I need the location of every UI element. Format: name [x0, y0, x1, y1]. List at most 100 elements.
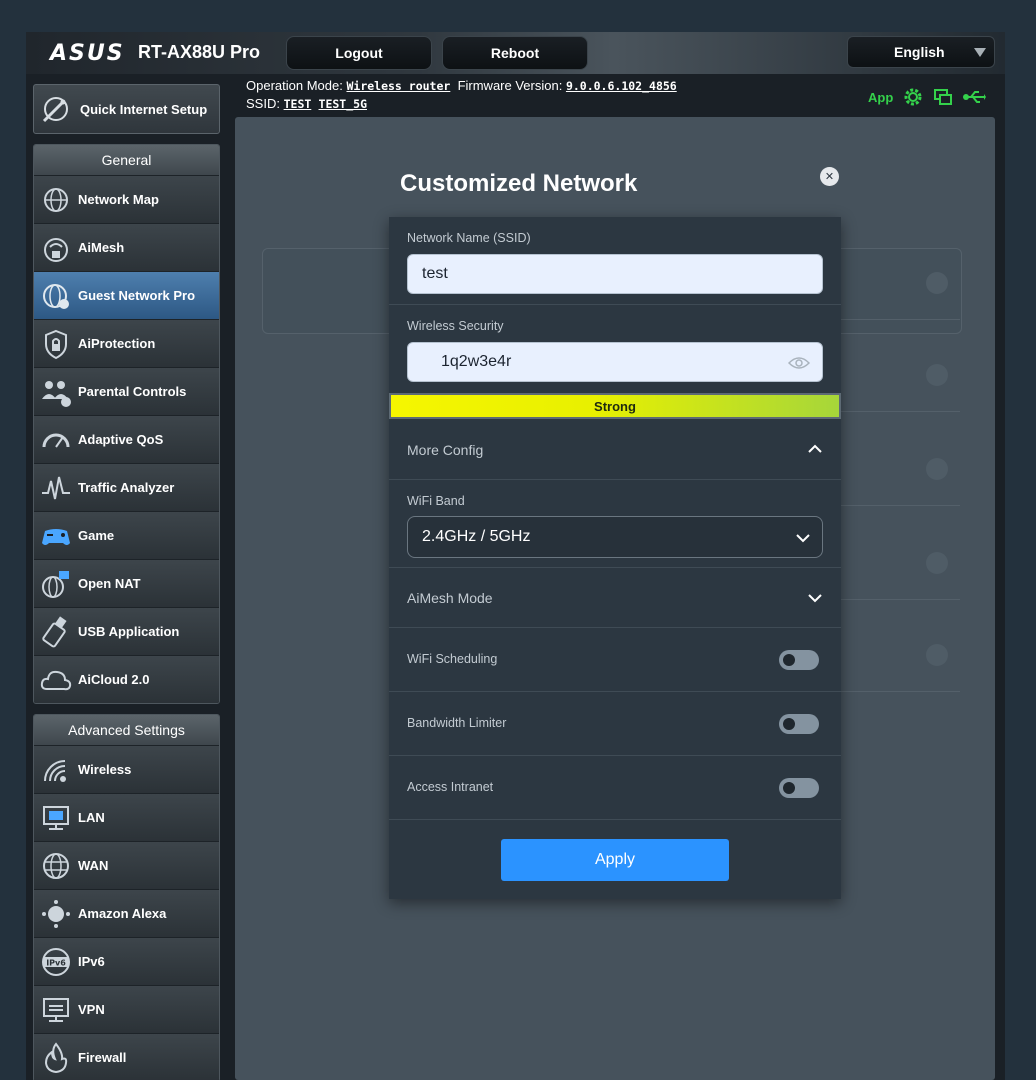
aimesh-icon [39, 231, 73, 265]
operation-mode-label: Operation Mode: [246, 78, 343, 93]
sidebar-item-open-nat[interactable]: Open NAT [34, 559, 219, 607]
qis-label: Quick Internet Setup [80, 101, 208, 117]
access-intranet-label: Access Intranet [407, 780, 494, 794]
sidebar-item-label: Firewall [78, 1050, 127, 1065]
bandwidth-limiter-row: Bandwidth Limiter [389, 692, 841, 756]
wifi-icon [39, 753, 73, 787]
sidebar-item-vpn[interactable]: VPN [34, 985, 219, 1033]
sidebar-item-label: LAN [78, 810, 105, 825]
svg-text:IPv6: IPv6 [46, 958, 66, 967]
background-panel-row [830, 446, 960, 506]
sidebar-item-firewall[interactable]: Firewall [34, 1033, 219, 1080]
reboot-button[interactable]: Reboot [442, 36, 588, 70]
advanced-menu: Advanced Settings Wireless LAN WAN Amazon A… [33, 714, 220, 1080]
chevron-down-icon [808, 594, 822, 603]
aimesh-mode-header[interactable]: AiMesh Mode [389, 568, 841, 628]
operation-mode-link[interactable]: Wireless router [346, 79, 450, 93]
model-name: RT-AX88U Pro [138, 42, 261, 62]
ssid-input[interactable]: test [407, 254, 823, 294]
lan-monitor-icon [39, 801, 73, 835]
guest-network-icon [39, 279, 73, 313]
sidebar-item-label: IPv6 [78, 954, 105, 969]
general-menu-title: General [34, 145, 219, 175]
sidebar-item-parental-controls[interactable]: Parental Controls [34, 367, 219, 415]
password-value: 1q2w3e4r [441, 353, 512, 370]
ssid-label: SSID: [246, 96, 280, 111]
client-devices-icon[interactable] [933, 87, 953, 107]
bandwidth-limiter-label: Bandwidth Limiter [407, 716, 507, 730]
sidebar-item-label: Network Map [78, 192, 159, 207]
alexa-icon [39, 897, 73, 931]
vpn-monitor-icon [39, 993, 73, 1027]
sidebar-item-label: WAN [78, 858, 109, 873]
asus-logo: ASUS [50, 41, 125, 66]
ssid-link-5g[interactable]: TEST_5G [319, 97, 367, 111]
usb-stick-icon [39, 615, 73, 649]
sidebar-item-label: Adaptive QoS [78, 432, 164, 447]
quick-internet-setup-button[interactable]: Quick Internet Setup [33, 84, 220, 134]
chevron-up-icon [808, 444, 822, 453]
sidebar-item-game[interactable]: Game [34, 511, 219, 559]
wand-globe-icon [42, 97, 68, 123]
sidebar-item-label: USB Application [78, 624, 180, 639]
sidebar-item-traffic-analyzer[interactable]: Traffic Analyzer [34, 463, 219, 511]
background-panel-row [830, 540, 960, 600]
dropdown-arrow-icon [974, 48, 986, 57]
eye-icon[interactable] [788, 356, 810, 370]
sidebar-item-ipv6[interactable]: IPv6 IPv6 [34, 937, 219, 985]
ssid-label: Network Name (SSID) [407, 231, 531, 245]
sidebar-item-lan[interactable]: LAN [34, 793, 219, 841]
sidebar-item-label: AiProtection [78, 336, 156, 351]
sidebar-item-network-map[interactable]: Network Map [34, 175, 219, 223]
sidebar-item-label: Amazon Alexa [78, 906, 167, 921]
sidebar-item-wan[interactable]: WAN [34, 841, 219, 889]
sidebar-item-guest-network-pro[interactable]: Guest Network Pro [34, 271, 219, 319]
sidebar-item-label: AiCloud 2.0 [78, 672, 150, 687]
advanced-menu-title: Advanced Settings [34, 715, 219, 745]
wifi-scheduling-toggle[interactable] [779, 650, 819, 670]
language-select[interactable]: English [847, 36, 995, 68]
wifi-scheduling-label: WiFi Scheduling [407, 652, 498, 666]
more-config-header[interactable]: More Config [389, 419, 841, 480]
settings-gear-icon[interactable] [902, 86, 924, 108]
ssid-info: SSID: TEST TEST_5G [246, 96, 367, 111]
firmware-link[interactable]: 9.0.0.6.102_4856 [566, 79, 677, 93]
wifi-band-select[interactable]: 2.4GHz / 5GHz [407, 516, 823, 558]
background-panel-row [830, 352, 960, 412]
security-label: Wireless Security [407, 319, 504, 333]
access-intranet-toggle[interactable] [779, 778, 819, 798]
sidebar-item-usb-application[interactable]: USB Application [34, 607, 219, 655]
sidebar-item-label: AiMesh [78, 240, 125, 255]
firmware-label: Firmware Version: [457, 78, 563, 93]
language-value: English [894, 44, 945, 60]
bandwidth-limiter-toggle[interactable] [779, 714, 819, 734]
close-icon[interactable]: ✕ [820, 167, 839, 186]
sidebar-item-amazon-alexa[interactable]: Amazon Alexa [34, 889, 219, 937]
sidebar-item-label: Traffic Analyzer [78, 480, 175, 495]
sidebar-item-label: Guest Network Pro [78, 288, 196, 303]
sidebar-item-adaptive-qos[interactable]: Adaptive QoS [34, 415, 219, 463]
sidebar-item-aiprotection[interactable]: AiProtection [34, 319, 219, 367]
sidebar-item-label: Wireless [78, 762, 132, 777]
sidebar-item-aimesh[interactable]: AiMesh [34, 223, 219, 271]
more-config-label: More Config [407, 442, 484, 458]
ssid-section: Network Name (SSID) test [389, 217, 841, 305]
logout-button[interactable]: Logout [286, 36, 432, 70]
ssid-link-24g[interactable]: TEST [284, 97, 312, 111]
wifi-band-label: WiFi Band [407, 494, 465, 508]
sidebar-item-label: Game [78, 528, 115, 543]
access-intranet-row: Access Intranet [389, 756, 841, 820]
ssid-value: test [422, 265, 448, 282]
app-link[interactable]: App [868, 90, 893, 105]
sidebar-item-aicloud-2-0[interactable]: AiCloud 2.0 [34, 655, 219, 703]
password-input[interactable]: 1q2w3e4r [407, 342, 823, 382]
cloud-icon [39, 663, 73, 697]
sidebar-item-label: VPN [78, 1002, 105, 1017]
globe-icon [39, 183, 73, 217]
sidebar-item-wireless[interactable]: Wireless [34, 745, 219, 793]
apply-button[interactable]: Apply [501, 839, 729, 881]
chevron-down-icon [796, 534, 810, 543]
usb-status-icon[interactable] [962, 89, 987, 105]
family-icon [39, 375, 73, 409]
wan-globe-icon [39, 849, 73, 883]
